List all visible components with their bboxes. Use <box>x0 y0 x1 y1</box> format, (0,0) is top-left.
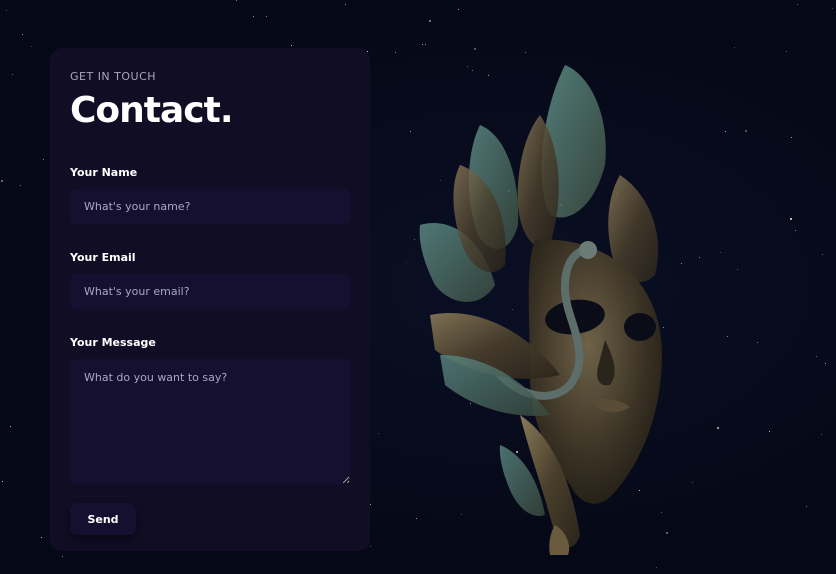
star <box>253 16 254 17</box>
star <box>2 481 3 482</box>
contact-section: GET IN TOUCH Contact. Your Name Your Ema… <box>0 0 836 574</box>
star <box>395 52 396 53</box>
name-input[interactable] <box>70 189 350 224</box>
name-label: Your Name <box>70 166 138 179</box>
star <box>791 137 792 138</box>
star <box>41 537 42 538</box>
star <box>825 363 826 364</box>
page-title: Contact. <box>70 90 234 131</box>
star <box>656 567 657 568</box>
star <box>806 506 807 507</box>
star <box>458 9 459 10</box>
star <box>31 46 32 47</box>
star <box>797 4 798 5</box>
star <box>769 431 770 432</box>
star <box>816 356 817 357</box>
star <box>370 546 371 547</box>
venetian-mask-illustration <box>400 55 690 555</box>
star <box>20 185 21 186</box>
message-field-group: Your Message <box>70 336 350 484</box>
star <box>734 47 735 48</box>
star <box>717 427 719 429</box>
star <box>10 426 11 427</box>
star <box>720 252 721 253</box>
message-textarea[interactable] <box>70 359 350 484</box>
star <box>757 342 758 343</box>
star <box>370 504 371 505</box>
star <box>692 482 693 483</box>
contact-form: Your Name Your Email Your Message Send <box>70 166 350 535</box>
star <box>266 16 267 17</box>
star <box>795 230 796 231</box>
star <box>832 8 833 9</box>
star <box>429 20 431 22</box>
star <box>725 131 726 132</box>
star <box>821 434 822 435</box>
star <box>790 218 792 220</box>
name-field-group: Your Name <box>70 166 350 224</box>
send-button[interactable]: Send <box>70 503 136 535</box>
star <box>786 51 787 52</box>
star <box>62 556 63 557</box>
star <box>822 254 823 255</box>
email-field-group: Your Email <box>70 251 350 309</box>
mask-icon <box>419 65 662 555</box>
message-label: Your Message <box>70 336 156 349</box>
star <box>291 45 292 46</box>
section-eyebrow: GET IN TOUCH <box>70 70 157 83</box>
star <box>422 44 423 45</box>
email-input[interactable] <box>70 274 350 309</box>
star <box>745 130 747 132</box>
star <box>12 74 13 75</box>
contact-card: GET IN TOUCH Contact. Your Name Your Ema… <box>50 48 370 551</box>
star <box>525 52 526 53</box>
star <box>345 4 346 5</box>
star <box>737 269 738 270</box>
star <box>1 180 3 182</box>
star <box>699 257 700 258</box>
star <box>6 10 7 11</box>
star <box>727 336 728 337</box>
star <box>236 0 237 1</box>
email-label: Your Email <box>70 251 136 264</box>
star <box>378 433 379 434</box>
star <box>425 44 426 45</box>
star <box>474 48 476 50</box>
star <box>22 34 23 35</box>
star <box>43 159 44 160</box>
